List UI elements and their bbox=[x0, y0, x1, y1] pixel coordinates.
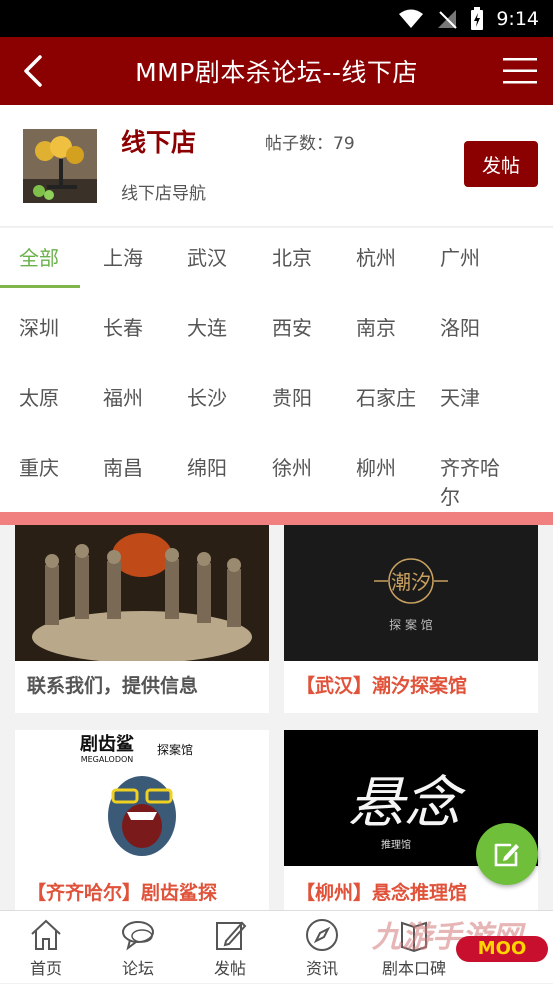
forum-header: 线下店 帖子数：79 线下店导航 发帖 bbox=[0, 105, 553, 227]
menu-icon[interactable] bbox=[503, 55, 537, 87]
store-card[interactable]: 剧齿鲨 MEGALODON 探案馆 【齐齐哈尔】剧齿鲨探 bbox=[15, 730, 269, 910]
city-option[interactable]: 长沙 bbox=[168, 382, 252, 411]
city-option[interactable]: 大连 bbox=[168, 312, 252, 341]
city-option[interactable]: 南昌 bbox=[84, 452, 168, 481]
tab-label: 剧本口碑 bbox=[381, 959, 446, 978]
city-option[interactable]: 长春 bbox=[84, 312, 168, 341]
forum-subtitle: 线下店导航 bbox=[121, 184, 206, 204]
tab-label: 资讯 bbox=[305, 959, 338, 978]
tab-post[interactable]: 发帖 bbox=[184, 911, 276, 984]
city-option[interactable]: 天津 bbox=[421, 382, 505, 411]
city-option[interactable]: 武汉 bbox=[168, 242, 252, 271]
page-title: MMP剧本杀论坛--线下店 bbox=[135, 58, 418, 87]
card-logo-subtext: 探 案 馆 bbox=[389, 617, 433, 632]
card-logo-text: 剧齿鲨 bbox=[80, 733, 134, 755]
city-option[interactable]: 上海 bbox=[84, 242, 168, 271]
city-option[interactable]: 杭州 bbox=[337, 242, 421, 271]
city-option[interactable]: 绵阳 bbox=[168, 452, 252, 481]
wifi-icon bbox=[399, 9, 424, 28]
tab-label: 首页 bbox=[29, 959, 62, 978]
city-filter: 全部 上海 武汉 北京 杭州 广州深圳 长春 大连 西安 南京 洛阳太原 福州 长沙 贵阳 石家庄 天津重庆南… bbox=[0, 228, 553, 512]
compass-icon bbox=[306, 919, 338, 951]
back-arrow-icon[interactable] bbox=[16, 53, 52, 89]
section-divider bbox=[0, 512, 553, 525]
tab-home[interactable]: 首页 bbox=[0, 911, 92, 984]
city-option[interactable]: 徐州 bbox=[253, 452, 337, 481]
store-card[interactable]: 联系我们，提供信息 bbox=[15, 525, 269, 713]
card-logo-subtext: 探案馆 bbox=[157, 742, 193, 757]
home-icon bbox=[31, 919, 61, 950]
store-grid: 联系我们，提供信息 潮汐 探 案 馆 【武汉】潮汐探案馆 剧齿鲨 MEGALOD… bbox=[0, 525, 553, 910]
card-caption: 联系我们，提供信息 bbox=[27, 675, 199, 697]
compose-icon bbox=[494, 843, 519, 867]
city-option[interactable]: 南京 bbox=[337, 312, 421, 341]
city-option[interactable]: 贵阳 bbox=[253, 382, 337, 411]
tab-forum[interactable]: 论坛 bbox=[92, 911, 184, 984]
watermark-badge: MOO bbox=[456, 936, 548, 962]
city-option[interactable]: 西安 bbox=[253, 312, 337, 341]
signal-icon bbox=[438, 9, 458, 29]
clock: 9:14 bbox=[496, 7, 539, 30]
city-option[interactable]: 全部 bbox=[0, 242, 84, 271]
city-option[interactable]: 广州 bbox=[421, 242, 505, 271]
card-logo-subtext: 推理馆 bbox=[381, 838, 411, 851]
post-button[interactable]: 发帖 bbox=[464, 141, 538, 187]
edit-icon bbox=[216, 921, 247, 950]
app-bar: MMP剧本杀论坛--线下店 bbox=[0, 37, 553, 105]
compose-fab[interactable] bbox=[476, 823, 538, 885]
tab-label: 论坛 bbox=[121, 959, 154, 978]
city-option[interactable]: 齐齐哈尔 bbox=[421, 452, 505, 510]
card-caption: 【柳州】悬念推理馆 bbox=[296, 882, 468, 904]
card-image bbox=[15, 525, 269, 661]
chat-icon bbox=[122, 921, 154, 951]
city-option[interactable]: 北京 bbox=[253, 242, 337, 271]
card-logo-text: 潮汐 bbox=[391, 570, 431, 594]
city-option[interactable]: 柳州 bbox=[337, 452, 421, 481]
tab-news[interactable]: 资讯 bbox=[276, 911, 368, 984]
card-image: 剧齿鲨 MEGALODON 探案馆 bbox=[15, 730, 269, 866]
card-image: 潮汐 探 案 馆 bbox=[284, 525, 538, 661]
status-bar: 9:14 bbox=[0, 0, 553, 37]
city-option[interactable]: 重庆 bbox=[0, 452, 84, 481]
post-count: 帖子数：79 bbox=[265, 134, 355, 154]
store-card[interactable]: 潮汐 探 案 馆 【武汉】潮汐探案馆 bbox=[284, 525, 538, 713]
city-option[interactable]: 深圳 bbox=[0, 312, 84, 341]
forum-name: 线下店 bbox=[121, 128, 197, 157]
city-option[interactable]: 洛阳 bbox=[421, 312, 505, 341]
card-logo-en: MEGALODON bbox=[81, 755, 134, 764]
city-option[interactable]: 石家庄 bbox=[337, 382, 421, 411]
card-logo-text: 悬念 bbox=[348, 771, 466, 836]
city-option[interactable]: 福州 bbox=[84, 382, 168, 411]
battery-icon bbox=[471, 6, 484, 30]
card-caption: 【齐齐哈尔】剧齿鲨探 bbox=[27, 882, 218, 904]
tab-label: 发帖 bbox=[213, 959, 246, 978]
forum-thumbnail bbox=[23, 129, 97, 203]
city-option[interactable]: 太原 bbox=[0, 382, 84, 411]
card-caption: 【武汉】潮汐探案馆 bbox=[296, 675, 468, 697]
active-city-underline bbox=[0, 285, 80, 288]
